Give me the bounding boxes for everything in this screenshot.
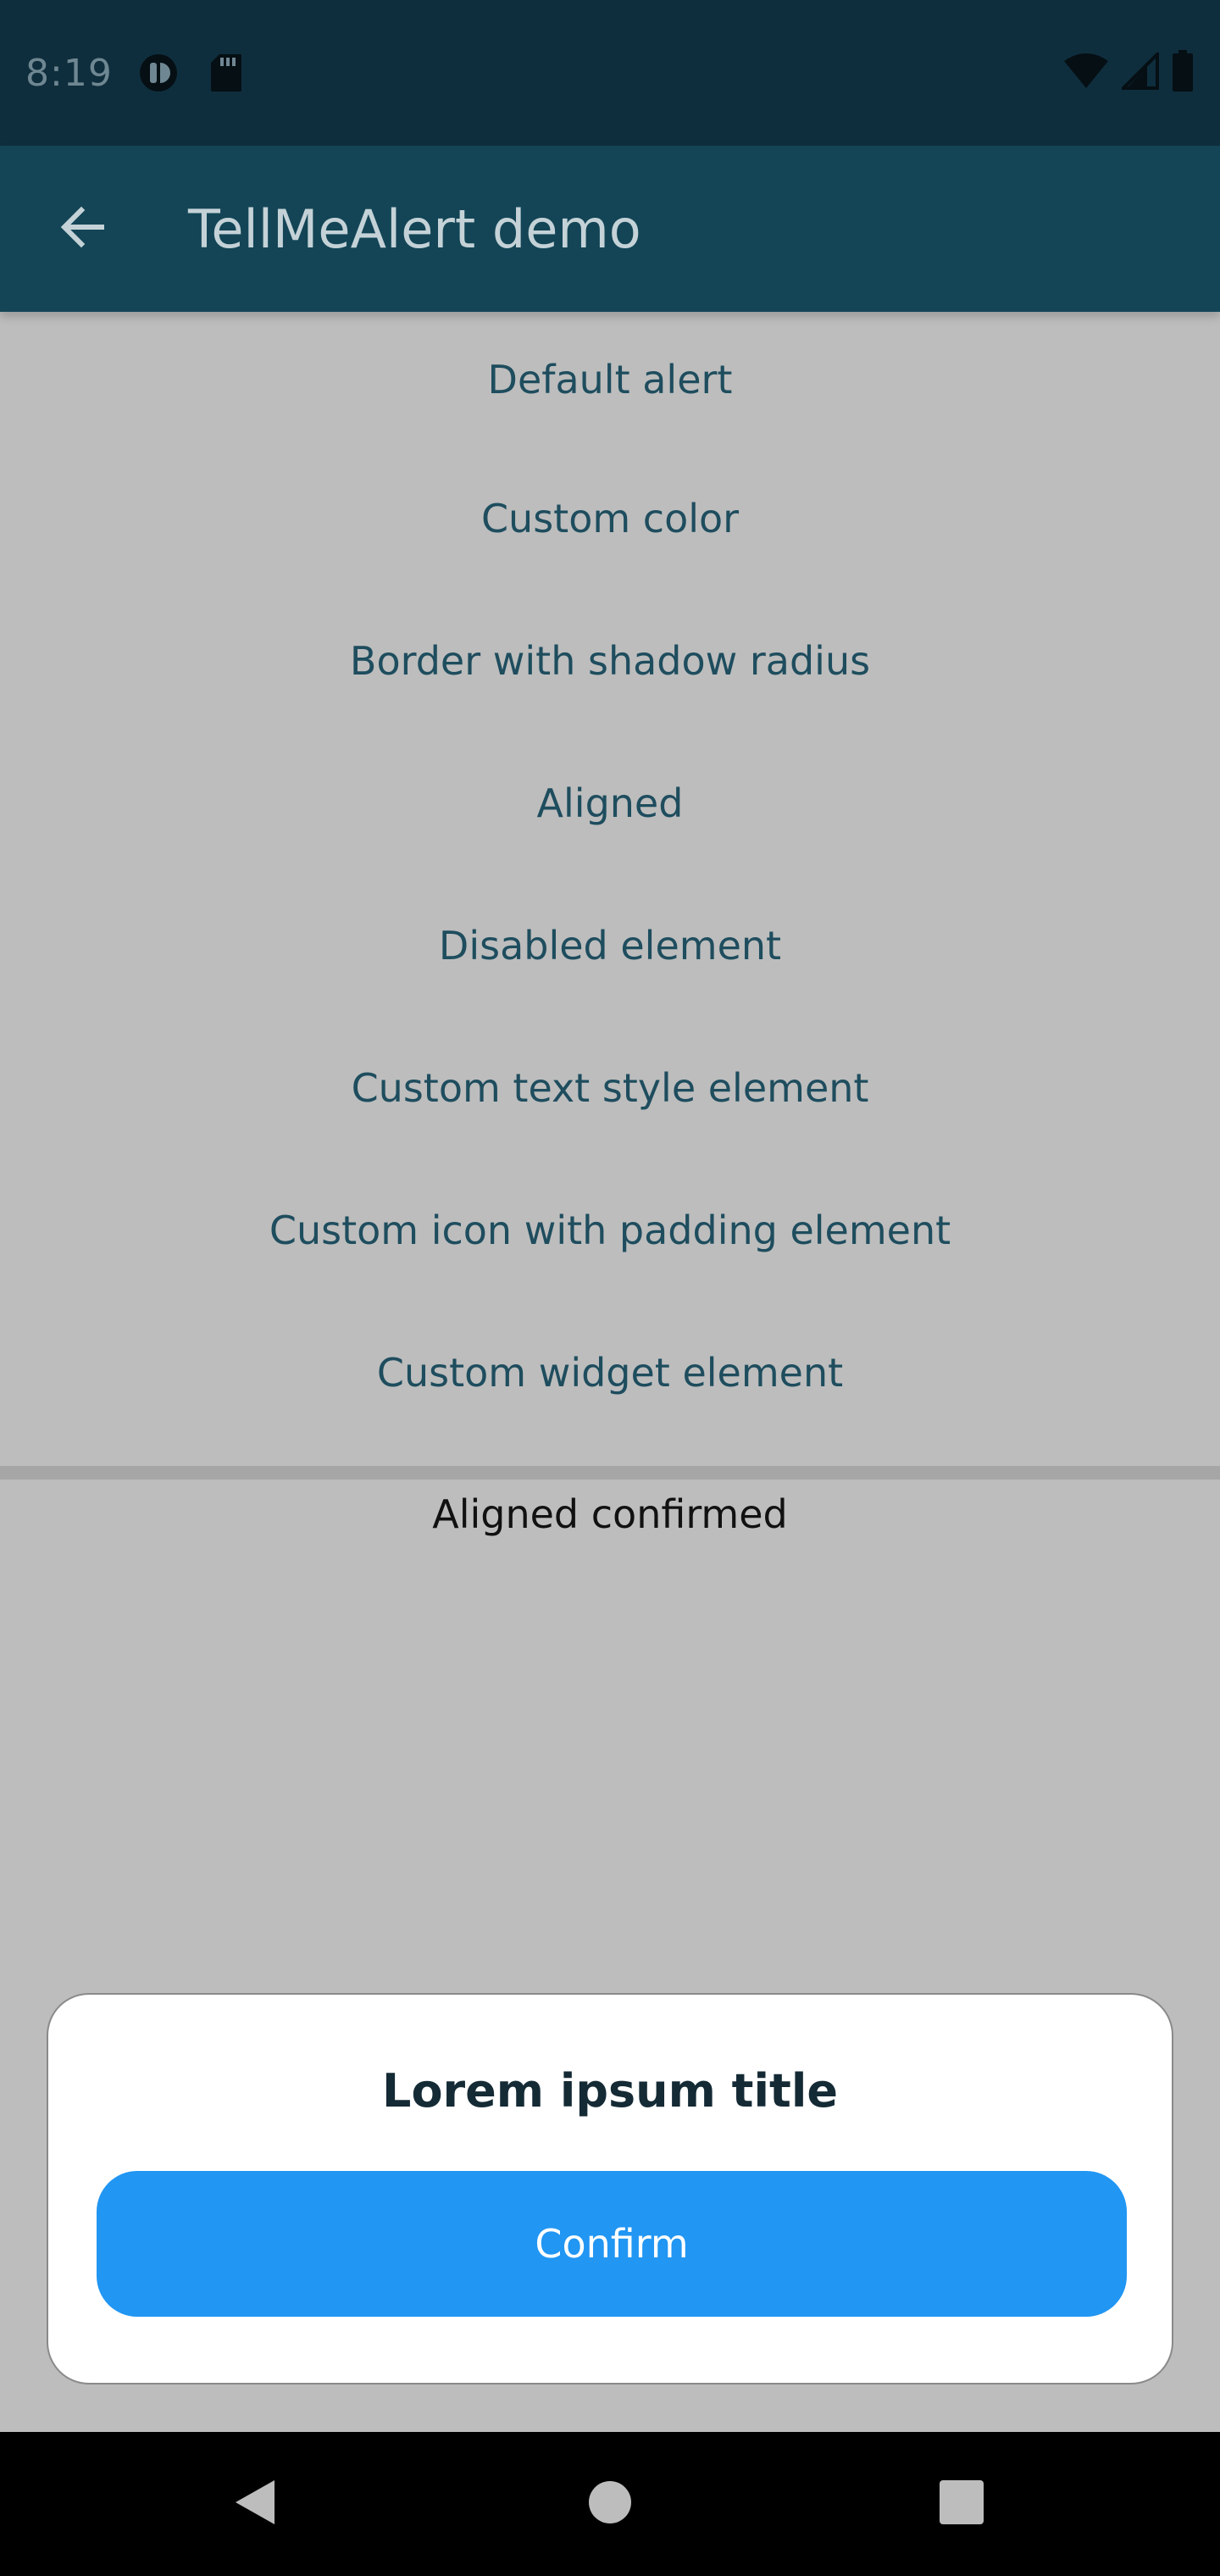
back-button[interactable] — [24, 146, 142, 312]
menu-item-border-shadow-radius[interactable]: Border with shadow radius — [0, 590, 1220, 732]
sd-card-icon — [204, 51, 248, 95]
menu-item-disabled-element[interactable]: Disabled element — [0, 874, 1220, 1017]
menu-item-custom-color[interactable]: Custom color — [0, 447, 1220, 590]
nav-home-icon — [586, 2479, 634, 2529]
status-right — [1062, 50, 1195, 96]
alert-title: Lorem ipsum title — [382, 2064, 838, 2118]
menu-item-default-alert[interactable]: Default alert — [0, 312, 1220, 447]
arrow-back-icon — [56, 200, 110, 258]
app-screen: 8:19 TellMeAlert demo Default alert Cust… — [0, 0, 1220, 2576]
status-time: 8:19 — [25, 51, 113, 95]
nav-home-button[interactable] — [542, 2432, 678, 2576]
record-icon — [136, 51, 180, 95]
menu-item-custom-icon-padding[interactable]: Custom icon with padding element — [0, 1159, 1220, 1302]
wifi-icon — [1062, 53, 1110, 93]
divider — [0, 1466, 1220, 1480]
menu-item-custom-text-style[interactable]: Custom text style element — [0, 1017, 1220, 1159]
nav-back-icon — [230, 2477, 278, 2531]
cell-signal-icon — [1119, 50, 1159, 93]
status-left: 8:19 — [25, 51, 248, 95]
nav-back-button[interactable] — [186, 2432, 322, 2576]
confirm-button[interactable]: Confirm — [97, 2171, 1127, 2317]
alert-options-list: Default alert Custom color Border with s… — [0, 312, 1220, 1464]
result-text: Aligned confirmed — [432, 1491, 788, 1537]
status-bar: 8:19 — [0, 0, 1220, 146]
nav-recents-icon — [938, 2479, 985, 2529]
page-title: TellMeAlert demo — [188, 197, 641, 260]
nav-recents-button[interactable] — [894, 2432, 1029, 2576]
menu-item-custom-widget[interactable]: Custom widget element — [0, 1302, 1220, 1444]
battery-icon — [1171, 50, 1195, 96]
system-nav-bar — [0, 2432, 1220, 2576]
menu-item-aligned[interactable]: Aligned — [0, 732, 1220, 874]
app-bar: TellMeAlert demo — [0, 146, 1220, 312]
alert-dialog: Lorem ipsum title Confirm — [47, 1993, 1173, 2384]
